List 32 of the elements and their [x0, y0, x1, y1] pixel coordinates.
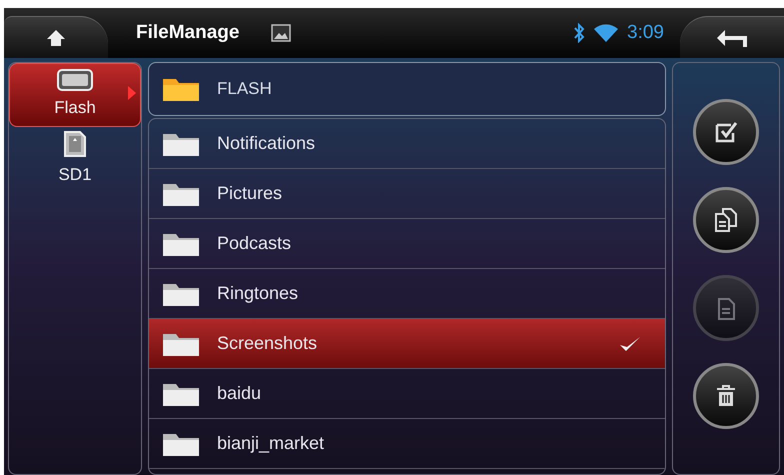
- home-icon: [46, 28, 66, 46]
- folder-row[interactable]: Screenshots: [149, 319, 665, 369]
- image-icon: [271, 24, 292, 42]
- folder-row[interactable]: baidu: [149, 369, 665, 419]
- sd-card-icon: [63, 130, 87, 158]
- folder-name: Ringtones: [217, 282, 300, 305]
- folder-name: Podcasts: [217, 232, 292, 255]
- clock-time: 3:09: [627, 20, 664, 45]
- trash-icon: [715, 384, 737, 408]
- device-item[interactable]: SD1: [9, 127, 141, 191]
- path-label: FLASH: [217, 78, 272, 100]
- folder-name: Pictures: [217, 182, 284, 205]
- folder-row[interactable]: bianji_market: [149, 419, 665, 469]
- folder-name: bianji_market: [217, 432, 326, 455]
- folder-row[interactable]: Podcasts: [149, 219, 665, 269]
- checkmark-icon: [619, 334, 641, 352]
- home-button[interactable]: [4, 16, 108, 58]
- drive-icon: [57, 69, 93, 92]
- folder-name: Notifications: [217, 132, 316, 155]
- checkbox-tick-icon: [714, 120, 738, 144]
- wifi-icon: [593, 23, 620, 43]
- device-item[interactable]: Flash: [9, 63, 141, 127]
- folder-name: Screenshots: [217, 332, 318, 355]
- bluetooth-icon: [573, 23, 586, 43]
- folder-row[interactable]: Pictures: [149, 169, 665, 219]
- pointer-icon: [128, 86, 136, 100]
- folder-row[interactable]: Notifications: [149, 119, 665, 169]
- folder-name: baidu: [217, 382, 262, 405]
- return-arrow-icon: [715, 28, 749, 48]
- back-button[interactable]: [680, 16, 784, 58]
- app-title: FileManage: [136, 20, 240, 45]
- copy-icon: [714, 207, 738, 233]
